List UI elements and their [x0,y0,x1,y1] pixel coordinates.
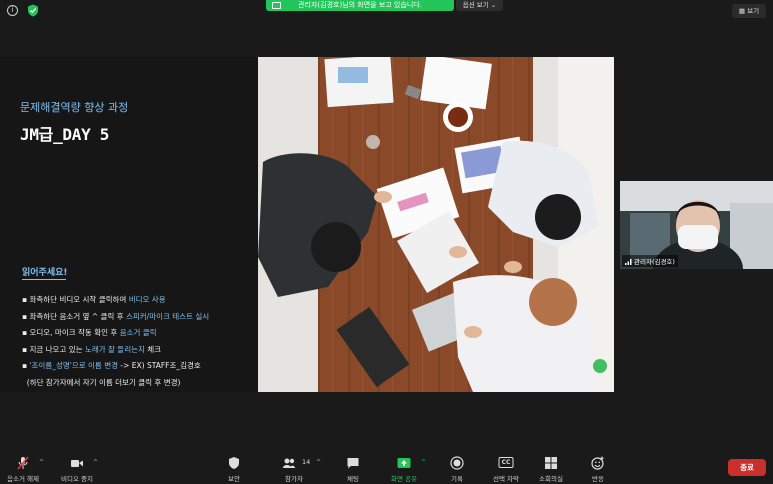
cc-icon: CC [498,457,514,468]
slide-title: JM급_DAY 5 [20,125,110,144]
stop-video-button[interactable]: 비디오 중지 [56,452,98,484]
participants-options-caret-icon[interactable]: ^ [316,459,321,466]
top-bar: i 관리자(김경호)님의 화면을 보고 있습니다. 옵션 보기 ⌄ ▦ 보기 [0,0,773,22]
record-icon [450,456,464,470]
participant-name-label: 관리자(김경호) [622,255,678,267]
viewing-share-banner: 관리자(김경호)님의 화면을 보고 있습니다. [266,0,454,11]
smiley-plus-icon [591,456,604,470]
instruction-item: ▪ '조이름_성명'으로 이름 변경 -> EX) STAFF조_김경호 [22,361,201,370]
instruction-item: ▪ 좌측하단 비디오 시작 클릭하여 비디오 사용 [22,295,166,304]
unmute-button[interactable]: 음소거 해제 [2,452,44,484]
meeting-controls-bar: 음소거 해제 ^ 비디오 중지 ^ 보안 14 참가자 ^ 채팅 화면 공유 ^… [0,452,773,484]
banner-text: 관리자(김경호)님의 화면을 보고 있습니다. [298,1,422,9]
participants-button[interactable]: 14 참가자 [276,452,312,484]
record-button[interactable]: 기록 [442,452,472,484]
end-meeting-button[interactable]: 종료 [728,459,766,476]
share-screen-icon [397,458,411,468]
grid-icon: ▦ [738,7,746,15]
instruction-item: ▪ 오디오, 마이크 작동 확인 후 음소거 클릭 [22,328,157,337]
shield-icon[interactable] [27,4,39,17]
view-button[interactable]: ▦ 보기 [732,4,766,18]
instruction-item: ▪ 좌측하단 음소거 옆 ^ 클릭 후 스피커/마이크 테스트 실시 [22,311,210,321]
slide-subtitle: 문제해결역량 향상 과정 [20,101,129,114]
participants-icon [283,458,295,468]
instruction-list: ▪ 좌측하단 비디오 시작 클릭하여 비디오 사용 ▪ 좌측하단 음소거 옆 ^… [22,294,258,393]
photo-illustration [258,57,614,392]
notice-heading: 읽어주세요! [22,268,68,278]
breakout-rooms-icon [545,457,557,469]
participant-count: 14 [302,458,311,466]
security-shield-icon [229,457,239,469]
breakout-rooms-button[interactable]: 소회의실 [533,452,569,484]
meeting-photo [258,57,614,392]
reactions-button[interactable]: 반응 [583,452,613,484]
video-options-caret-icon[interactable]: ^ [93,459,98,466]
video-camera-icon [71,460,83,467]
notice-underline [22,279,66,280]
signal-icon [625,259,632,265]
share-screen-button[interactable]: 화면 공유 [387,452,421,484]
instruction-item: ▪ 지금 나오고 있는 노래가 잘 들리는지 체크 [22,344,162,354]
muted-mic-icon [17,456,29,470]
closed-captions-button[interactable]: CC 선택 자막 [488,452,524,484]
monitor-icon [272,2,281,9]
participant-video-tile[interactable]: 관리자(김경호) [620,181,773,269]
instruction-item: (하단 참가자에서 자기 이름 더보기 클릭 후 변경) [26,377,181,387]
view-options-button[interactable]: 옵션 보기 ⌄ [456,0,503,11]
audio-options-caret-icon[interactable]: ^ [39,459,44,466]
shared-slide-text-panel: 문제해결역량 향상 과정 JM급_DAY 5 읽어주세요! ▪ 좌측하단 비디오… [0,57,258,392]
chat-button[interactable]: 채팅 [338,452,368,484]
chat-bubble-icon [347,458,359,469]
info-icon[interactable]: i [7,5,18,16]
security-button[interactable]: 보안 [218,452,250,484]
share-options-caret-icon[interactable]: ^ [421,459,426,466]
